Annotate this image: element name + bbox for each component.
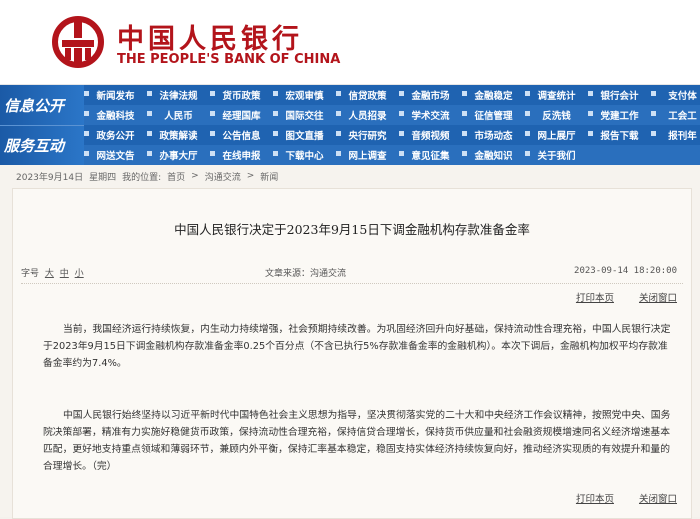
font-small-link[interactable]: 小	[75, 269, 84, 279]
nav-item[interactable]: 党建工作	[588, 105, 651, 125]
nav-item[interactable]: 图文直播	[273, 125, 336, 145]
font-medium-link[interactable]: 中	[60, 269, 69, 279]
nav-item[interactable]: 国际交往	[273, 105, 336, 125]
nav-item[interactable]: 关于我们	[525, 145, 588, 165]
article-source: 文章来源：沟通交流	[265, 269, 347, 279]
nav-item[interactable]: 经理国库	[210, 105, 273, 125]
breadcrumb-news[interactable]: 新闻	[260, 170, 278, 183]
nav-item[interactable]: 调查统计	[525, 85, 588, 105]
nav-item[interactable]: 市场动态	[462, 125, 525, 145]
nav-item[interactable]: 报刊年	[651, 125, 700, 145]
breadcrumb: 2023年9月14日 星期四 我的位置: 首页 > 沟通交流 > 新闻	[0, 165, 700, 187]
nav-item[interactable]: 在线申报	[210, 145, 273, 165]
nav-item[interactable]: 人民币	[147, 105, 210, 125]
article-tools-top: 打印本页 关闭窗口	[554, 290, 677, 304]
nav-item[interactable]: 音频视频	[399, 125, 462, 145]
nav-item[interactable]: 支付体	[651, 85, 700, 105]
article-tools-bottom: 打印本页 关闭窗口	[554, 491, 677, 505]
breadcrumb-date: 2023年9月14日	[16, 172, 84, 183]
font-size-controls: 字号 大 中 小	[21, 266, 84, 279]
print-link[interactable]: 打印本页	[576, 494, 614, 505]
pboc-logo-icon[interactable]	[52, 16, 104, 68]
nav-item[interactable]: 下载中心	[273, 145, 336, 165]
nav-item[interactable]: 征信管理	[462, 105, 525, 125]
nav-item[interactable]: 政策解读	[147, 125, 210, 145]
nav-section-service-interact[interactable]: 服务互动	[0, 125, 84, 165]
nav-item[interactable]: 人员招录	[336, 105, 399, 125]
nav-item[interactable]: 货币政策	[210, 85, 273, 105]
nav-item[interactable]: 办事大厅	[147, 145, 210, 165]
nav-item[interactable]: 央行研究	[336, 125, 399, 145]
breadcrumb-location-label: 我的位置:	[122, 172, 162, 183]
breadcrumb-weekday: 星期四	[89, 172, 117, 183]
article-panel: 中国人民银行决定于2023年9月15日下调金融机构存款准备金率 字号 大 中 小…	[12, 188, 692, 519]
nav-item[interactable]: 学术交流	[399, 105, 462, 125]
breadcrumb-home[interactable]: 首页	[167, 170, 185, 183]
main-nav: 信息公开 服务互动 新闻发布 法律法规 货币政策 宏观审慎 信贷政策 金融市场 …	[0, 85, 700, 165]
breadcrumb-comm[interactable]: 沟通交流	[205, 170, 241, 183]
nav-item[interactable]: 网上调查	[336, 145, 399, 165]
nav-item[interactable]: 新闻发布	[84, 85, 147, 105]
article-paragraph-2: 中国人民银行始终坚持以习近平新时代中国特色社会主义思想为指导，坚决贯彻落实党的二…	[43, 410, 671, 472]
close-window-link[interactable]: 关闭窗口	[639, 293, 677, 304]
nav-item[interactable]: 法律法规	[147, 85, 210, 105]
article-title: 中国人民银行决定于2023年9月15日下调金融机构存款准备金率	[174, 222, 530, 237]
close-window-link[interactable]: 关闭窗口	[639, 494, 677, 505]
print-link[interactable]: 打印本页	[576, 293, 614, 304]
nav-item[interactable]: 反洗钱	[525, 105, 588, 125]
article-meta: 字号 大 中 小 文章来源：沟通交流 2023-09-14 18:20:00	[13, 266, 691, 280]
breadcrumb-sep: >	[191, 171, 199, 181]
nav-item[interactable]: 金融稳定	[462, 85, 525, 105]
nav-row: 网送文告 办事大厅 在线申报 下载中心 网上调查 意见征集 金融知识 关于我们	[84, 145, 700, 165]
nav-item[interactable]: 公告信息	[210, 125, 273, 145]
nav-item[interactable]: 意见征集	[399, 145, 462, 165]
nav-item[interactable]: 报告下载	[588, 125, 651, 145]
nav-item[interactable]: 金融市场	[399, 85, 462, 105]
font-large-link[interactable]: 大	[45, 269, 54, 279]
article-datetime: 2023-09-14 18:20:00	[574, 266, 677, 276]
nav-item[interactable]: 金融知识	[462, 145, 525, 165]
page: 中国人民银行 THE PEOPLE'S BANK OF CHINA 信息公开 服…	[0, 0, 700, 519]
nav-row: 新闻发布 法律法规 货币政策 宏观审慎 信贷政策 金融市场 金融稳定 调查统计 …	[84, 85, 700, 105]
nav-item[interactable]: 政务公开	[84, 125, 147, 145]
nav-item[interactable]: 宏观审慎	[273, 85, 336, 105]
logo-title-en[interactable]: THE PEOPLE'S BANK OF CHINA	[117, 52, 340, 67]
font-size-label: 字号	[21, 269, 40, 279]
nav-item[interactable]: 信贷政策	[336, 85, 399, 105]
logo-title-cn[interactable]: 中国人民银行	[117, 17, 303, 56]
nav-item[interactable]: 网送文告	[84, 145, 147, 165]
nav-section-info-public[interactable]: 信息公开	[0, 85, 84, 125]
nav-row: 金融科技 人民币 经理国库 国际交往 人员招录 学术交流 征信管理 反洗钱 党建…	[84, 105, 700, 125]
site-header: 中国人民银行 THE PEOPLE'S BANK OF CHINA	[0, 0, 700, 85]
nav-item[interactable]: 金融科技	[84, 105, 147, 125]
nav-row: 政务公开 政策解读 公告信息 图文直播 央行研究 音频视频 市场动态 网上展厅 …	[84, 125, 700, 145]
nav-item[interactable]: 工会工	[651, 105, 700, 125]
nav-rows: 新闻发布 法律法规 货币政策 宏观审慎 信贷政策 金融市场 金融稳定 调查统计 …	[84, 85, 700, 165]
nav-item[interactable]: 网上展厅	[525, 125, 588, 145]
breadcrumb-sep: >	[246, 171, 255, 181]
divider	[21, 283, 683, 284]
article-paragraph-1: 当前，我国经济运行持续恢复，内生动力持续增强，社会预期持续改善。为巩固经济回升向…	[43, 324, 671, 369]
nav-item[interactable]: 银行会计	[588, 85, 651, 105]
